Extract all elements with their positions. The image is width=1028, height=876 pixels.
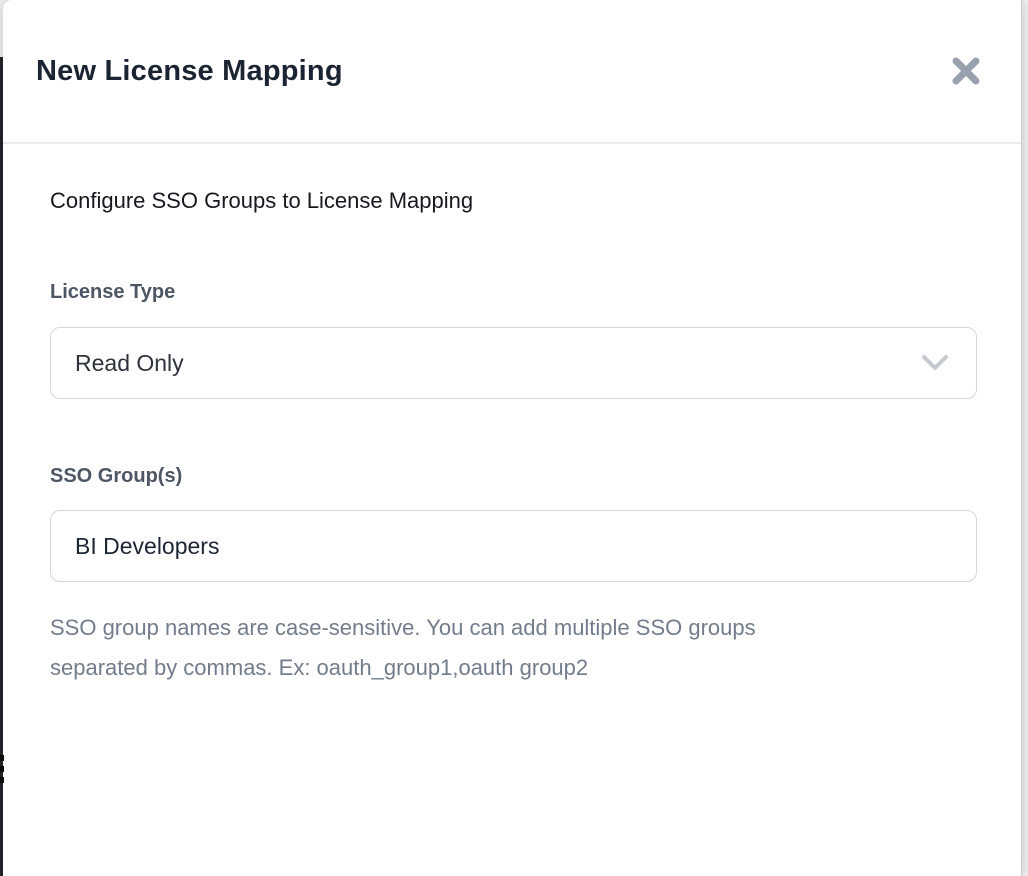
page-background: New License Mapping Configure SSO Groups…	[0, 0, 1028, 876]
close-button[interactable]	[944, 49, 988, 93]
license-type-label: License Type	[50, 281, 977, 304]
clipped-background-text	[0, 755, 4, 783]
sso-groups-input[interactable]	[50, 510, 977, 582]
modal-title: New License Mapping	[36, 55, 343, 88]
license-type-select[interactable]: Read Only	[50, 327, 977, 399]
close-icon	[950, 55, 982, 87]
modal-header: New License Mapping	[3, 0, 1021, 144]
sso-groups-label: SSO Group(s)	[50, 465, 977, 488]
chevron-down-icon	[921, 354, 949, 372]
license-type-selected-value: Read Only	[75, 350, 184, 377]
modal-body: Configure SSO Groups to License Mapping …	[3, 144, 1021, 688]
modal-subtitle: Configure SSO Groups to License Mapping	[50, 188, 977, 214]
new-license-mapping-modal: New License Mapping Configure SSO Groups…	[3, 0, 1022, 876]
sso-groups-hint: SSO group names are case-sensitive. You …	[50, 608, 977, 688]
